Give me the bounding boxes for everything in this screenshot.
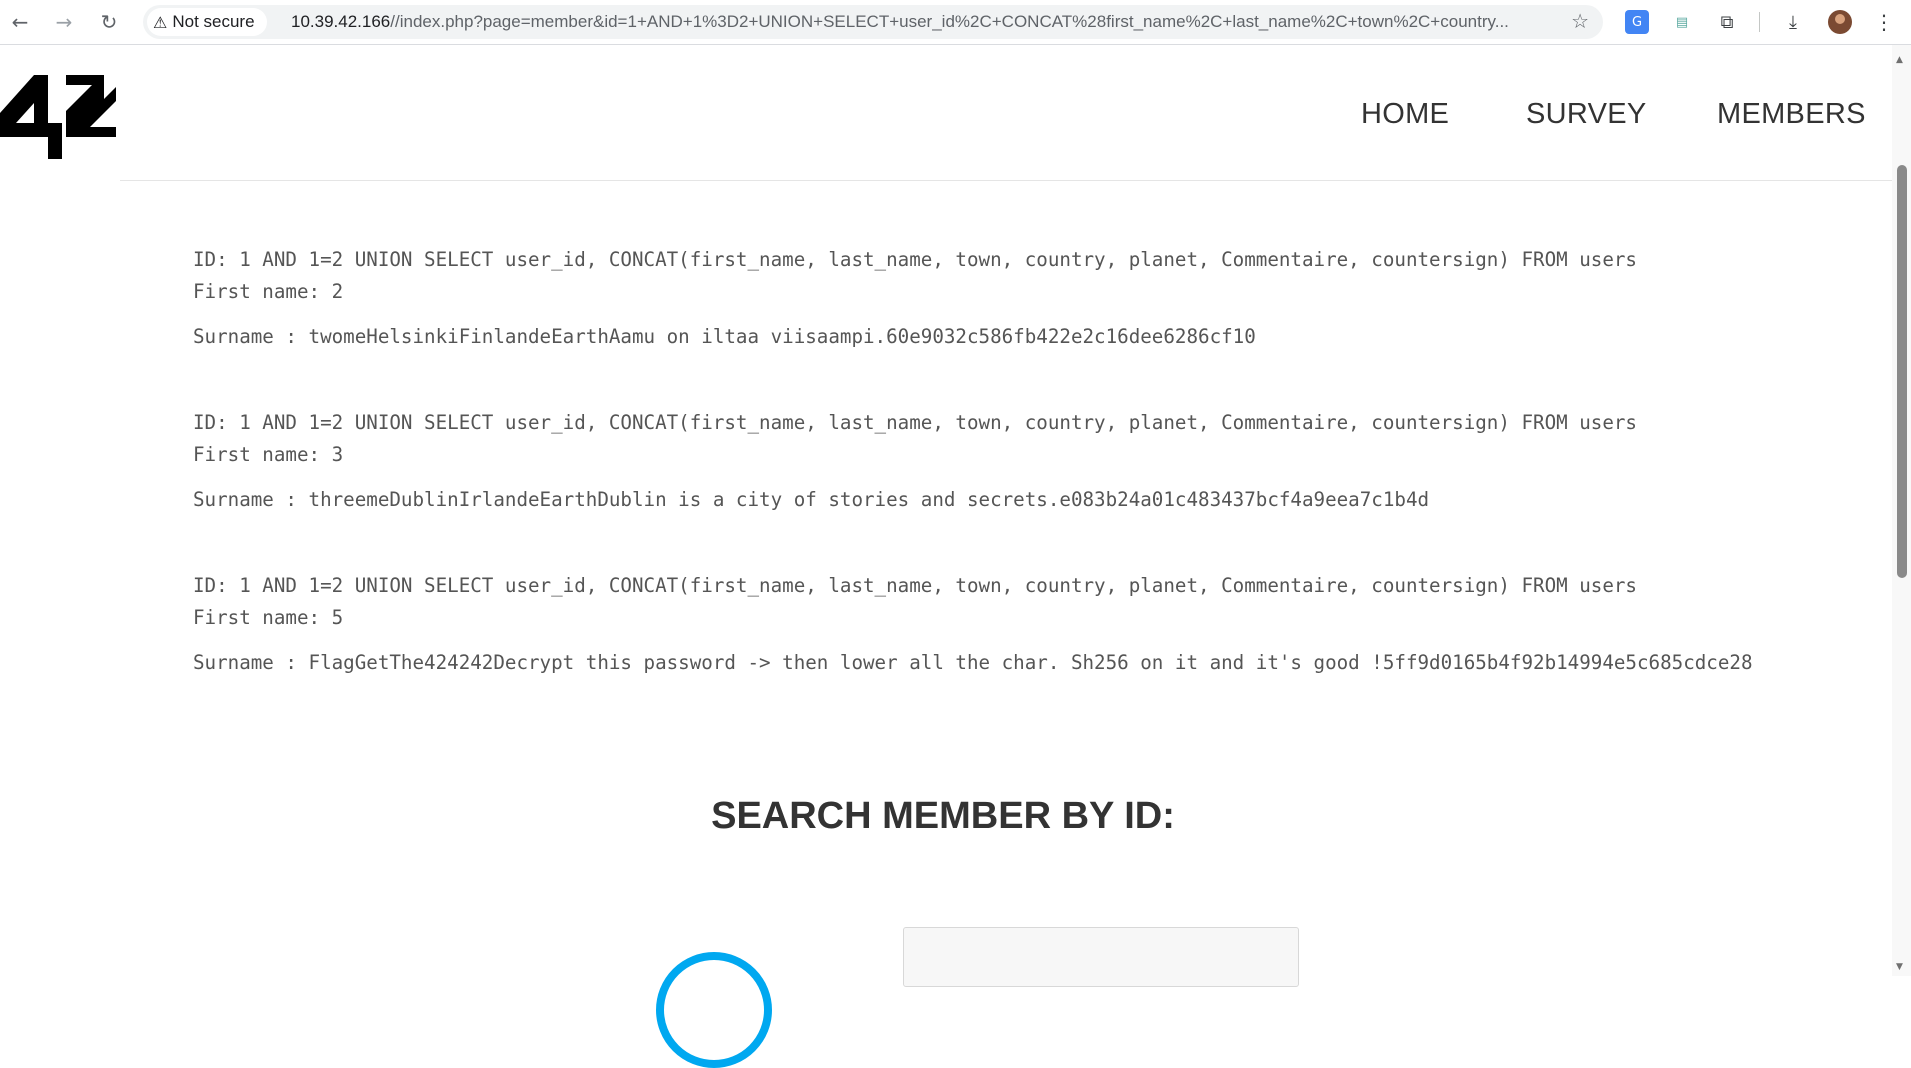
- browser-toolbar: ← → ↻ ⚠ Not secure 10.39.42.166//index.p…: [0, 0, 1911, 45]
- bookmark-star-icon[interactable]: ☆: [1571, 9, 1589, 33]
- search-illustration-circle: [656, 952, 772, 1068]
- 42-logo: [0, 75, 116, 159]
- scroll-down-arrow-icon[interactable]: ▼: [1896, 962, 1903, 972]
- header-divider: [120, 180, 1892, 181]
- url-host: 10.39.42.166: [291, 12, 391, 31]
- page-scrollbar[interactable]: ▲ ▼: [1892, 45, 1911, 976]
- result-surname: Surname : FlagGetThe424242Decrypt this p…: [193, 651, 1753, 674]
- result-id-line: ID: 1 AND 1=2 UNION SELECT user_id, CONC…: [193, 411, 1637, 434]
- forward-icon[interactable]: →: [50, 8, 78, 36]
- security-label: Not secure: [172, 12, 255, 31]
- warning-icon: ⚠: [153, 12, 168, 32]
- menu-kebab-icon[interactable]: ⋮: [1872, 10, 1896, 34]
- scroll-up-arrow-icon[interactable]: ▲: [1896, 55, 1903, 65]
- result-record: ID: 1 AND 1=2 UNION SELECT user_id, CONC…: [193, 558, 1893, 679]
- scrollbar-thumb[interactable]: [1897, 165, 1907, 578]
- extension-icon[interactable]: ▤: [1670, 10, 1694, 34]
- result-surname: Surname : threemeDublinIrlandeEarthDubli…: [193, 488, 1430, 511]
- download-icon[interactable]: ⤓: [1781, 10, 1805, 34]
- translate-extension-icon[interactable]: G: [1625, 10, 1649, 34]
- profile-avatar[interactable]: [1828, 10, 1852, 34]
- url-path: //index.php?page=member&id=1+AND+1%3D2+U…: [390, 12, 1509, 31]
- reload-icon[interactable]: ↻: [95, 8, 123, 36]
- url-text[interactable]: 10.39.42.166//index.php?page=member&id=1…: [291, 12, 1531, 32]
- security-chip[interactable]: ⚠ Not secure: [147, 8, 267, 36]
- result-record: ID: 1 AND 1=2 UNION SELECT user_id, CONC…: [193, 232, 1893, 353]
- result-record: ID: 1 AND 1=2 UNION SELECT user_id, CONC…: [193, 395, 1893, 516]
- result-id-line: ID: 1 AND 1=2 UNION SELECT user_id, CONC…: [193, 574, 1637, 597]
- nav-survey[interactable]: SURVEY: [1526, 98, 1647, 131]
- search-title: SEARCH MEMBER BY ID:: [711, 795, 1175, 837]
- extensions-puzzle-icon[interactable]: ⧉: [1715, 10, 1739, 34]
- nav-home[interactable]: HOME: [1361, 98, 1449, 131]
- member-id-input[interactable]: [903, 927, 1299, 987]
- address-bar[interactable]: ⚠ Not secure 10.39.42.166//index.php?pag…: [143, 5, 1603, 39]
- result-surname: Surname : twomeHelsinkiFinlandeEarthAamu…: [193, 325, 1256, 348]
- nav-members[interactable]: MEMBERS: [1717, 98, 1866, 131]
- toolbar-divider: [1759, 12, 1760, 32]
- result-id-line: ID: 1 AND 1=2 UNION SELECT user_id, CONC…: [193, 248, 1637, 271]
- query-results: ID: 1 AND 1=2 UNION SELECT user_id, CONC…: [193, 232, 1893, 721]
- back-icon[interactable]: ←: [6, 8, 34, 36]
